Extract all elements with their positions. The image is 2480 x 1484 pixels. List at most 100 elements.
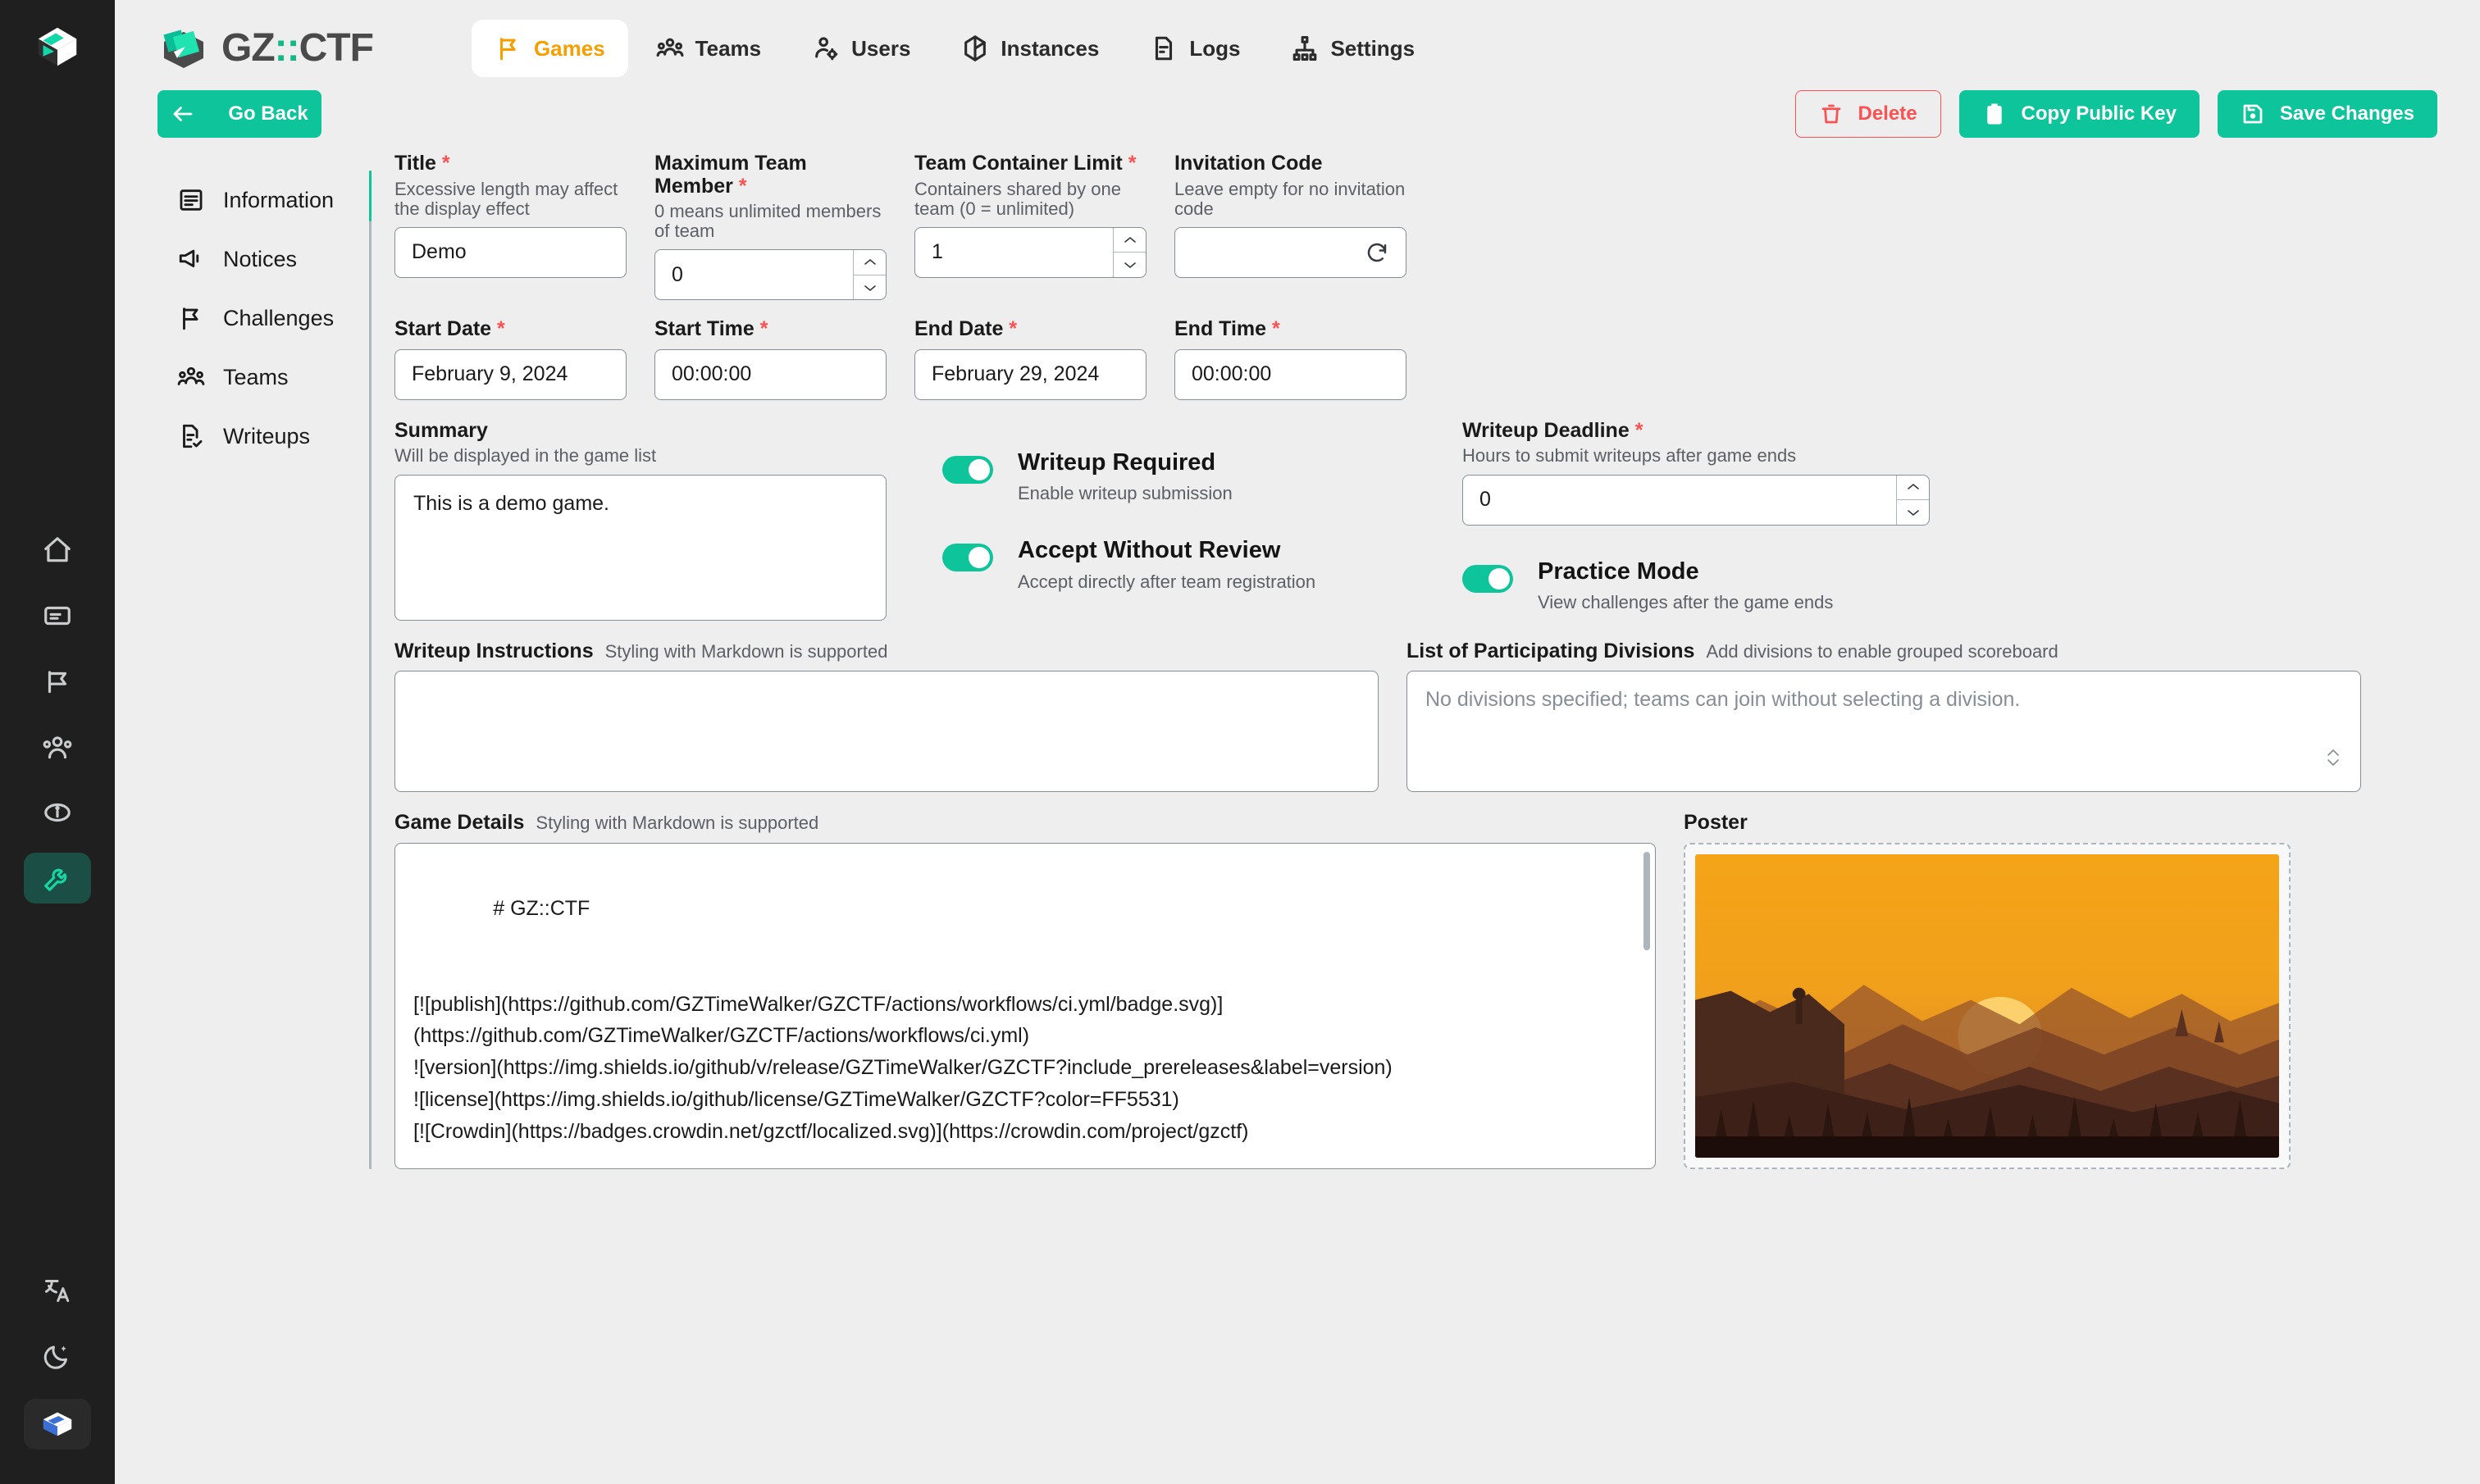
divisions-multiselect[interactable]: No divisions specified; teams can join w…	[1406, 671, 2361, 792]
end-date-input[interactable]: February 29, 2024	[914, 349, 1147, 400]
writeup-required-switch[interactable]	[942, 456, 993, 484]
article-icon	[177, 186, 205, 214]
max-team-member-input[interactable]: 0	[654, 249, 887, 300]
sitemap-icon	[1291, 34, 1319, 62]
toggle-writeup-required[interactable]: Writeup Required Enable writeup submissi…	[942, 449, 1434, 504]
chevron-up-icon[interactable]	[1897, 476, 1929, 501]
user-cog-icon	[812, 34, 840, 62]
rail-item-theme[interactable]	[24, 1332, 91, 1382]
game-details-textarea[interactable]: # GZ::CTF [![publish](https://github.com…	[394, 843, 1656, 1169]
chevron-down-icon[interactable]	[854, 275, 886, 300]
flag-icon	[495, 34, 522, 62]
rail-item-posts[interactable]	[24, 590, 91, 641]
max-team-member-stepper[interactable]	[853, 250, 886, 299]
tab-label: Games	[534, 36, 605, 61]
tab-settings[interactable]: Settings	[1268, 20, 1438, 77]
gzctf-logo-icon	[157, 22, 210, 75]
chevron-down-icon[interactable]	[1897, 500, 1929, 525]
rail-item-games[interactable]	[24, 656, 91, 707]
chevron-up-icon[interactable]	[1114, 228, 1146, 253]
rail-item-about[interactable]	[24, 787, 91, 838]
end-time-input[interactable]: 00:00:00	[1174, 349, 1406, 400]
summary-hint: Will be displayed in the game list	[394, 446, 887, 466]
team-container-limit-hint: Containers shared by one team (0 = unlim…	[914, 180, 1147, 219]
team-container-limit-stepper[interactable]	[1113, 228, 1146, 277]
game-details-label: Game Details	[394, 812, 524, 835]
poster-dropzone[interactable]	[1684, 843, 2291, 1169]
start-date-input[interactable]: February 9, 2024	[394, 349, 627, 400]
tab-instances[interactable]: Instances	[938, 20, 1122, 77]
chevron-updown-icon[interactable]	[2324, 745, 2342, 778]
tab-users[interactable]: Users	[789, 20, 933, 77]
writeup-instructions-textarea[interactable]	[394, 671, 1379, 792]
file-text-icon	[1150, 34, 1178, 62]
game-details-value: # GZ::CTF [![publish](https://github.com…	[413, 897, 1393, 1168]
info-icon	[42, 797, 73, 828]
field-end-date: End Date * February 29, 2024	[914, 318, 1147, 400]
sidebar-item-writeups[interactable]: Writeups	[157, 407, 369, 466]
flag-icon	[42, 666, 73, 697]
main-region: GZ::CTF Games Teams	[115, 0, 2480, 1484]
toggle-practice-mode[interactable]: Practice Mode View challenges after the …	[1462, 558, 1930, 613]
game-info-form: Title * Excessive length may affect the …	[394, 152, 2437, 1169]
sidebar-item-information[interactable]: Information	[157, 171, 369, 230]
rail-item-home[interactable]	[24, 525, 91, 576]
refresh-icon[interactable]	[1365, 240, 1389, 265]
team-container-limit-input[interactable]: 1	[914, 227, 1147, 278]
translate-icon	[43, 1275, 72, 1304]
summary-textarea[interactable]: This is a demo game.	[394, 475, 887, 621]
brand-title: GZ::CTF	[221, 29, 373, 68]
chevron-down-icon[interactable]	[1114, 253, 1146, 277]
title-input[interactable]: Demo	[394, 227, 627, 278]
save-changes-button[interactable]: Save Changes	[2218, 90, 2437, 138]
field-game-details: Game Details Styling with Markdown is su…	[394, 812, 1656, 1169]
rail-item-account[interactable]	[24, 1399, 91, 1450]
max-team-member-hint: 0 means unlimited members of team	[654, 202, 887, 241]
form-row-5: Game Details Styling with Markdown is su…	[394, 812, 2437, 1169]
file-check-icon	[177, 422, 205, 450]
divisions-placeholder: No divisions specified; teams can join w…	[1425, 688, 2020, 711]
tab-teams[interactable]: Teams	[633, 20, 784, 77]
practice-mode-switch[interactable]	[1462, 565, 1513, 593]
end-time-label: End Time *	[1174, 318, 1406, 341]
tab-label: Instances	[1001, 36, 1099, 61]
game-details-scrollbar[interactable]	[1643, 852, 1650, 950]
rail-item-admin[interactable]	[24, 853, 91, 904]
go-back-button[interactable]: Go Back	[157, 90, 321, 138]
tab-games[interactable]: Games	[472, 20, 628, 77]
invitation-code-label: Invitation Code	[1174, 152, 1406, 175]
sidebar-item-label: Teams	[223, 365, 289, 390]
field-writeup-instructions: Writeup Instructions Styling with Markdo…	[394, 640, 1379, 793]
writeup-instructions-label: Writeup Instructions	[394, 640, 594, 663]
app-logo-mark[interactable]	[32, 21, 83, 72]
delete-button[interactable]: Delete	[1795, 90, 1941, 138]
primary-actions: Delete Copy Public Key Save Changes	[1795, 90, 2438, 138]
writeup-deadline-input[interactable]: 0	[1462, 475, 1930, 526]
writeup-instructions-hint: Styling with Markdown is supported	[605, 642, 888, 662]
copy-public-key-button[interactable]: Copy Public Key	[1959, 90, 2200, 138]
sidebar-item-challenges[interactable]: Challenges	[157, 289, 369, 348]
field-poster: Poster	[1684, 812, 2291, 1169]
users-icon	[42, 731, 73, 762]
users-group-icon	[656, 34, 684, 62]
tab-logs[interactable]: Logs	[1127, 20, 1263, 77]
poster-label: Poster	[1684, 812, 2291, 835]
accept-without-review-switch[interactable]	[942, 544, 993, 571]
sidebar-item-notices[interactable]: Notices	[157, 230, 369, 289]
poster-image	[1695, 854, 2279, 1158]
sidebar-item-teams[interactable]: Teams	[157, 348, 369, 407]
field-invitation-code: Invitation Code Leave empty for no invit…	[1174, 152, 1406, 300]
home-icon	[42, 535, 73, 566]
writeup-deadline-stepper[interactable]	[1896, 476, 1929, 525]
invitation-code-input[interactable]	[1174, 227, 1406, 278]
rail-item-teams[interactable]	[24, 722, 91, 772]
practice-mode-title: Practice Mode	[1538, 558, 1833, 585]
rail-item-language[interactable]	[24, 1264, 91, 1315]
tab-label: Users	[851, 36, 910, 61]
chevron-up-icon[interactable]	[854, 250, 886, 275]
wrench-icon	[42, 863, 73, 894]
title-hint: Excessive length may affect the display …	[394, 180, 627, 219]
toggle-accept-without-review[interactable]: Accept Without Review Accept directly af…	[942, 537, 1434, 592]
brand[interactable]: GZ::CTF	[157, 22, 373, 75]
start-time-input[interactable]: 00:00:00	[654, 349, 887, 400]
